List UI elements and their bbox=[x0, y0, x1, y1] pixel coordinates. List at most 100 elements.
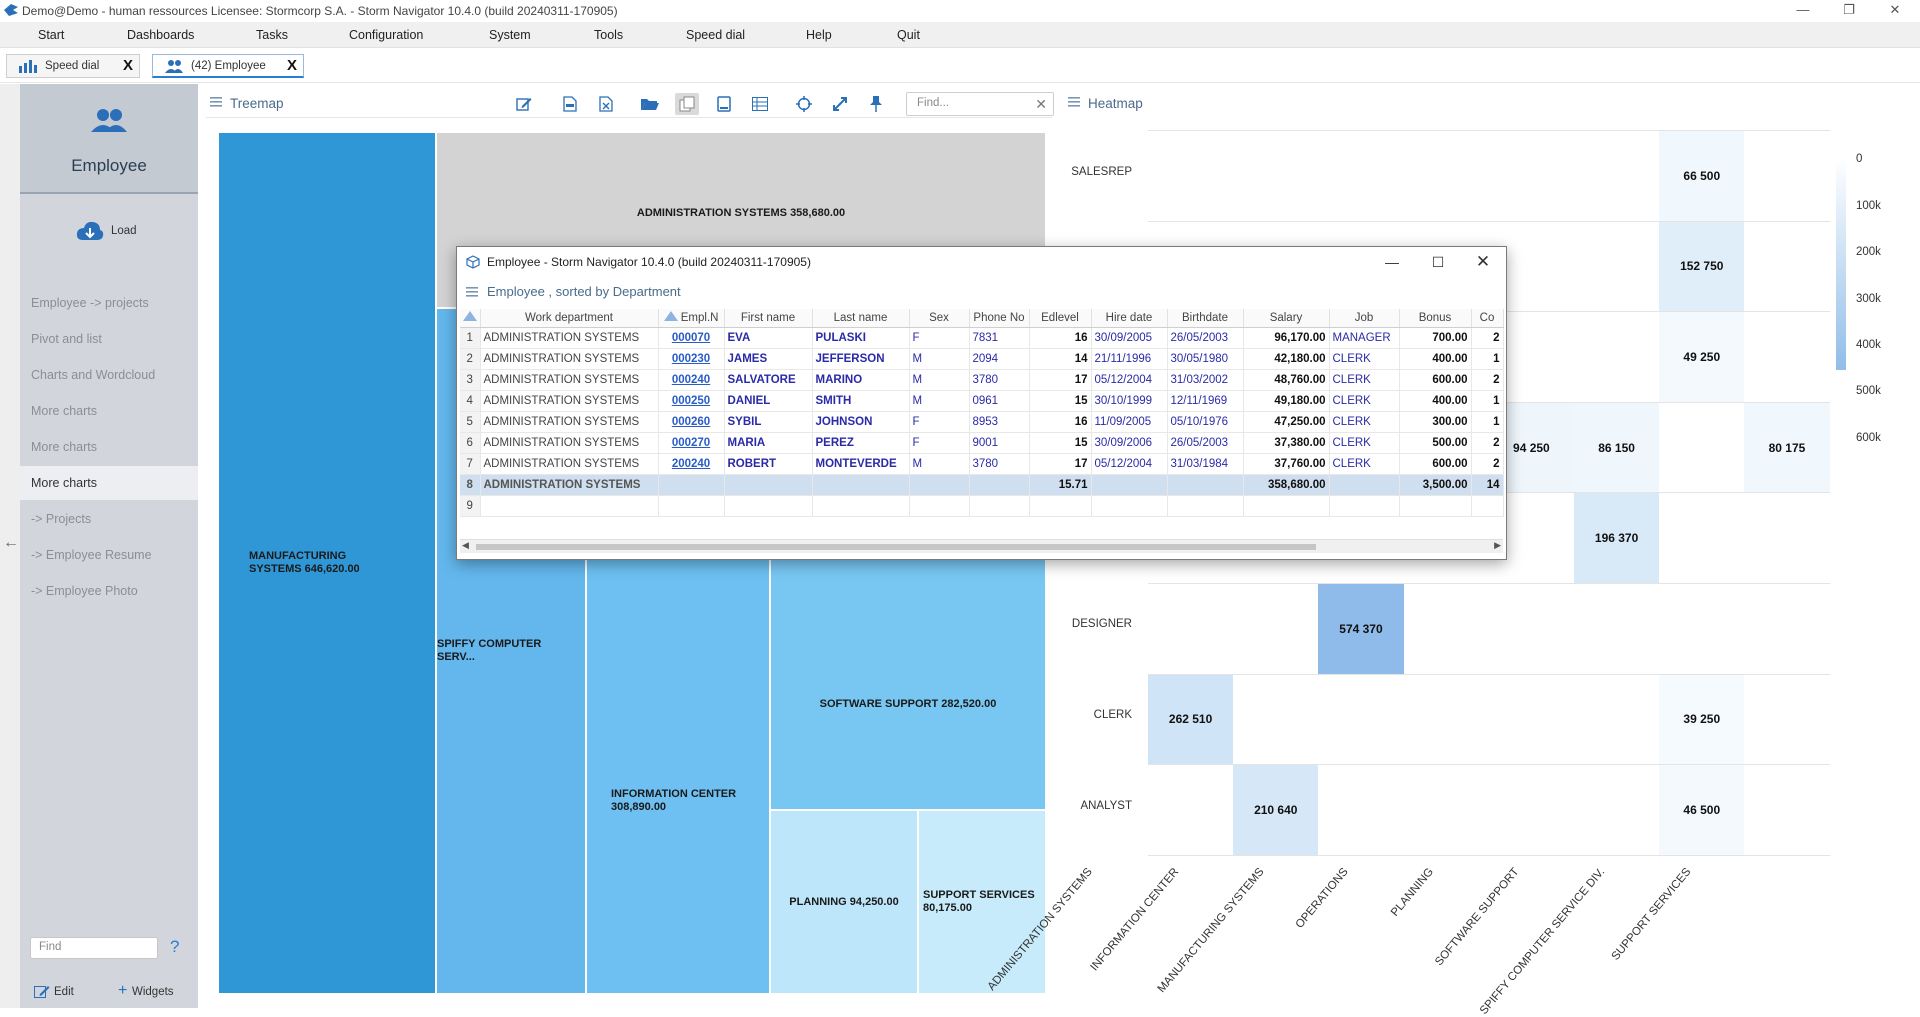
employee-number-link[interactable]: 000250 bbox=[658, 390, 725, 412]
heatmap-cell[interactable]: 66 500 bbox=[1659, 131, 1745, 221]
sidebar-item-employee-resume[interactable]: -> Employee Resume bbox=[20, 538, 198, 572]
hamburger-menu-icon[interactable] bbox=[1068, 97, 1080, 107]
menu-tools[interactable]: Tools bbox=[594, 28, 623, 42]
column-header-edlevel[interactable]: Edlevel bbox=[1029, 309, 1092, 328]
menu-quit[interactable]: Quit bbox=[897, 28, 920, 42]
close-window-button[interactable]: ✕ bbox=[1872, 0, 1918, 22]
column-header-rownum[interactable] bbox=[460, 309, 481, 328]
column-header-bonus[interactable]: Bonus bbox=[1399, 309, 1472, 328]
horizontal-scrollbar[interactable]: ◀ ▶ bbox=[460, 539, 1503, 553]
pdf-export-icon[interactable] bbox=[558, 93, 582, 115]
total-cell: 8 bbox=[460, 474, 481, 496]
widgets-button[interactable]: + Widgets bbox=[118, 982, 188, 1002]
table-row[interactable]: 1 ADMINISTRATION SYSTEMS 000070 EVA PULASKI F… bbox=[460, 327, 1504, 349]
close-tab-icon[interactable]: X bbox=[287, 57, 297, 74]
arrow-left-icon[interactable]: ← bbox=[3, 534, 19, 552]
expand-icon[interactable] bbox=[828, 93, 852, 115]
heatmap-cell[interactable]: 574 370 bbox=[1318, 584, 1404, 674]
pin-icon[interactable] bbox=[864, 93, 888, 115]
sidebar-find-input[interactable]: Find bbox=[30, 937, 158, 959]
column-header-hire-date[interactable]: Hire date bbox=[1091, 309, 1168, 328]
tab-speed-dial[interactable]: Speed dial X bbox=[6, 54, 140, 78]
heatmap-cell[interactable]: 39 250 bbox=[1659, 674, 1745, 765]
heatmap-cell[interactable]: 152 750 bbox=[1659, 221, 1745, 312]
folder-open-icon[interactable] bbox=[638, 93, 662, 115]
edit-button[interactable]: Edit bbox=[34, 984, 80, 1002]
employee-number-link[interactable]: 000270 bbox=[658, 432, 725, 454]
sidebar-item-charts-wordcloud[interactable]: Charts and Wordcloud bbox=[20, 358, 198, 392]
table-row[interactable]: 2 ADMINISTRATION SYSTEMS 000230 JAMES JEFFER… bbox=[460, 348, 1504, 370]
column-header-empl-no[interactable]: Empl.N bbox=[658, 309, 725, 328]
help-icon[interactable]: ? bbox=[170, 937, 179, 957]
copy-icon[interactable] bbox=[675, 93, 699, 115]
column-header-sex[interactable]: Sex bbox=[909, 309, 970, 328]
excel-export-icon[interactable] bbox=[594, 93, 618, 115]
target-icon[interactable] bbox=[792, 93, 816, 115]
heatmap-cell[interactable]: 196 370 bbox=[1574, 493, 1660, 583]
hamburger-menu-icon[interactable] bbox=[466, 287, 478, 297]
load-button[interactable]: Load bbox=[76, 220, 156, 244]
treemap-cell-manufacturing-systems[interactable]: MANUFACTURING SYSTEMS 646,620.00 bbox=[218, 132, 436, 994]
menu-dashboards[interactable]: Dashboards bbox=[127, 28, 194, 42]
column-header-first-name[interactable]: First name bbox=[724, 309, 813, 328]
table-row[interactable]: 5 ADMINISTRATION SYSTEMS 000260 SYBIL JOHNSO… bbox=[460, 411, 1504, 433]
tablet-icon[interactable] bbox=[712, 93, 736, 115]
tab-employee-label: (42) Employee bbox=[191, 60, 266, 72]
close-tab-icon[interactable]: X bbox=[123, 57, 133, 74]
menu-tasks[interactable]: Tasks bbox=[256, 28, 288, 42]
menu-start[interactable]: Start bbox=[38, 28, 64, 42]
edit-icon[interactable] bbox=[512, 93, 536, 115]
treemap-cell-support-services[interactable]: SUPPORT SERVICES 80,175.00 bbox=[918, 810, 1046, 994]
dialog-close-button[interactable]: ✕ bbox=[1463, 250, 1503, 274]
scroll-right-icon[interactable]: ▶ bbox=[1494, 540, 1501, 551]
column-header-salary[interactable]: Salary bbox=[1243, 309, 1330, 328]
scroll-left-icon[interactable]: ◀ bbox=[462, 540, 469, 551]
employee-number-link[interactable]: 200240 bbox=[658, 453, 725, 475]
scrollbar-thumb[interactable] bbox=[476, 544, 1316, 550]
employee-number-link[interactable]: 000070 bbox=[658, 327, 725, 349]
column-header-phone-no[interactable]: Phone No bbox=[969, 309, 1030, 328]
menu-help[interactable]: Help bbox=[806, 28, 832, 42]
column-header-last-name[interactable]: Last name bbox=[812, 309, 910, 328]
sidebar-item-projects[interactable]: -> Projects bbox=[20, 502, 198, 536]
sidebar-item-more-charts-active[interactable]: More charts bbox=[20, 466, 198, 500]
sidebar-item-employee-projects[interactable]: Employee -> projects bbox=[20, 286, 198, 320]
sidebar-item-pivot-and-list[interactable]: Pivot and list bbox=[20, 322, 198, 356]
employee-number-link[interactable]: 000260 bbox=[658, 411, 725, 433]
heatmap-cell[interactable]: 49 250 bbox=[1659, 312, 1745, 402]
table-row[interactable]: 7 ADMINISTRATION SYSTEMS 200240 ROBERT MONTE… bbox=[460, 453, 1504, 475]
restore-button[interactable]: ❐ bbox=[1826, 0, 1872, 22]
treemap-find-input[interactable]: Find... ✕ bbox=[906, 92, 1054, 116]
tab-employee[interactable]: (42) Employee X bbox=[152, 54, 304, 78]
column-header-job[interactable]: Job bbox=[1329, 309, 1400, 328]
treemap-cell-planning[interactable]: PLANNING 94,250.00 bbox=[770, 810, 918, 994]
dialog-minimize-button[interactable]: — bbox=[1372, 250, 1412, 274]
menu-speed-dial[interactable]: Speed dial bbox=[686, 28, 745, 42]
minimize-button[interactable]: — bbox=[1780, 0, 1826, 22]
employee-number-link[interactable]: 000230 bbox=[658, 348, 725, 370]
table-view-icon[interactable] bbox=[748, 93, 772, 115]
heatmap-cell[interactable]: 46 500 bbox=[1659, 765, 1745, 855]
menu-configuration[interactable]: Configuration bbox=[349, 28, 423, 42]
table-row[interactable]: 4 ADMINISTRATION SYSTEMS 000250 DANIEL SMITH… bbox=[460, 390, 1504, 412]
dialog-maximize-button[interactable]: ☐ bbox=[1418, 250, 1458, 274]
heatmap-cell[interactable]: 262 510 bbox=[1148, 674, 1234, 765]
column-header-birthdate[interactable]: Birthdate bbox=[1167, 309, 1244, 328]
heatmap-cell[interactable]: 80 175 bbox=[1744, 402, 1830, 493]
column-header-commission[interactable]: Co bbox=[1471, 309, 1504, 328]
table-row[interactable]: 3 ADMINISTRATION SYSTEMS 000240 SALVATORE MA… bbox=[460, 369, 1504, 391]
clear-icon[interactable]: ✕ bbox=[1035, 96, 1047, 113]
sidebar-item-more-charts[interactable]: More charts bbox=[20, 394, 198, 428]
sidebar-item-more-charts[interactable]: More charts bbox=[20, 430, 198, 464]
heatmap-cell[interactable]: 86 150 bbox=[1574, 402, 1660, 493]
empty-row[interactable]: 9 bbox=[460, 495, 1504, 517]
employee-number-link[interactable]: 000240 bbox=[658, 369, 725, 391]
hamburger-menu-icon[interactable] bbox=[210, 97, 222, 107]
table-row[interactable]: 6 ADMINISTRATION SYSTEMS 000270 MARIA PEREZ F… bbox=[460, 432, 1504, 454]
dialog-title-bar[interactable]: Employee - Storm Navigator 10.4.0 (build… bbox=[457, 247, 1506, 277]
collapse-gutter[interactable]: ← bbox=[0, 84, 20, 1008]
sidebar-item-employee-photo[interactable]: -> Employee Photo bbox=[20, 574, 198, 608]
heatmap-cell[interactable]: 210 640 bbox=[1233, 765, 1319, 855]
menu-system[interactable]: System bbox=[489, 28, 531, 42]
column-header-work-department[interactable]: Work department bbox=[480, 309, 659, 328]
